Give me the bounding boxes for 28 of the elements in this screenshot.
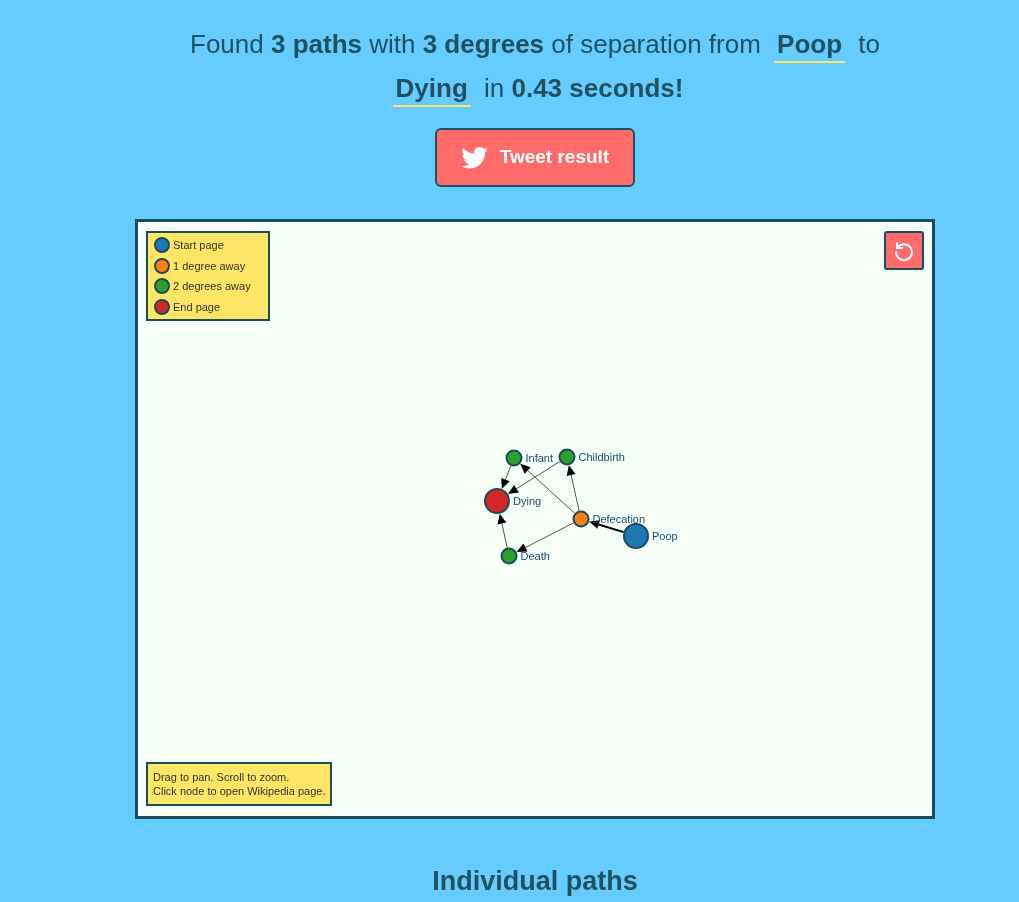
graph-node[interactable] xyxy=(572,510,590,528)
node-label: Infant xyxy=(525,452,554,464)
edge-arrow xyxy=(516,522,574,553)
node-label: Poop xyxy=(652,530,678,542)
graph-canvas[interactable]: Infant Childbirth Dying Defecation Poop Death Start page 1 degree away 2 degrees away End page Drag to pan. Scroll to zoom. Click node to open Wikipedia page. xyxy=(135,219,935,819)
node-label: Defecation xyxy=(592,513,646,525)
legend-label: 2 degrees away xyxy=(173,279,251,294)
legend-label: End page xyxy=(173,299,221,315)
page-link[interactable]: Dying xyxy=(392,71,471,107)
reset-button[interactable] xyxy=(884,231,924,270)
bird-icon xyxy=(460,146,488,169)
page-link[interactable]: Poop xyxy=(774,27,846,63)
help-text: Drag to pan. Scroll to zoom. xyxy=(153,770,291,784)
legend-label: Start page xyxy=(173,238,224,253)
graph-node[interactable] xyxy=(623,523,649,549)
summary-text: Found 3 paths with 3 degrees of separation from Poop to Dying in 0.43 seconds! xyxy=(145,22,925,110)
legend-label: 1 degree away xyxy=(173,258,246,274)
edge-arrow xyxy=(497,513,508,549)
node-label: Death xyxy=(520,550,550,562)
node-label: Childbirth xyxy=(578,451,625,463)
node-label: Dying xyxy=(513,495,542,507)
section-heading: Individual paths xyxy=(432,865,638,898)
graph-node[interactable] xyxy=(500,547,518,565)
graph-node[interactable] xyxy=(505,449,523,467)
tweet-button[interactable]: Tweet result xyxy=(435,128,635,187)
graph-node[interactable] xyxy=(484,488,510,514)
help-text: Click node to open Wikipedia page. xyxy=(153,784,326,798)
graph-node[interactable] xyxy=(558,448,576,466)
